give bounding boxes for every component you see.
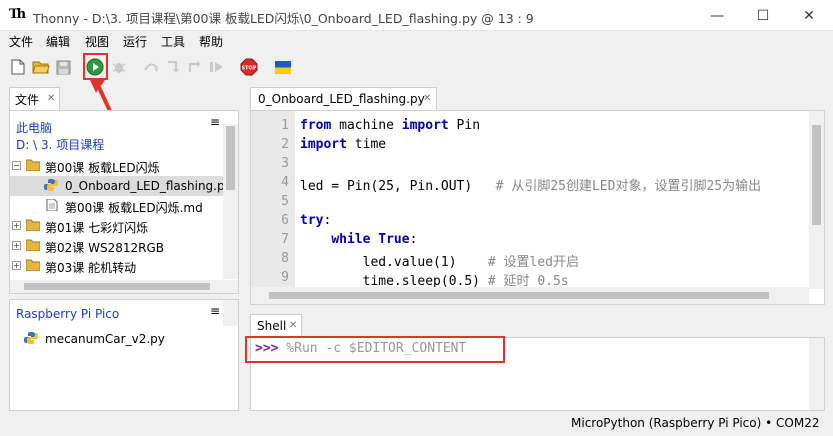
this-computer-link[interactable]: 此电脑: [16, 119, 52, 136]
stop-icon[interactable]: STOP: [240, 58, 258, 76]
menu-file[interactable]: 文件: [9, 33, 33, 50]
menu-edit[interactable]: 编辑: [46, 33, 70, 50]
save-icon[interactable]: [54, 58, 72, 76]
device-file-label: mecanumCar_v2.py: [45, 332, 165, 346]
editor-horizontal-scrollbar[interactable]: [251, 287, 809, 304]
new-file-icon[interactable]: [9, 58, 27, 76]
tab-shell-close-icon[interactable]: ✕: [289, 320, 297, 331]
folder-icon: [26, 239, 40, 251]
files-menu-icon[interactable]: ≡: [210, 115, 220, 129]
tree-item-label: 第02课 WS2812RGB: [45, 241, 164, 255]
files-vertical-scrollbar[interactable]: [223, 124, 238, 279]
tree-folder-lesson00[interactable]: − 第00课 板载LED闪烁: [10, 156, 224, 176]
line-number: 7: [281, 232, 289, 247]
tree-item-label: 第01课 七彩灯闪烁: [45, 221, 149, 235]
window-title: Thonny - D:\3. 项目课程\第00课 板载LED闪烁\0_Onboa…: [33, 11, 534, 26]
open-file-icon[interactable]: [32, 58, 50, 76]
python-file-icon: [44, 179, 58, 191]
status-bar: MicroPython (Raspberry Pi Pico) • COM22: [0, 412, 833, 436]
expand-icon[interactable]: +: [12, 221, 21, 230]
editor-tab[interactable]: 0_Onboard_LED_flashing.py ✕: [250, 87, 437, 110]
files-pane: 此电脑 D: \ 3. 项目课程 ≡ − 第00课 板载LED闪烁 0_Onbo…: [9, 110, 239, 294]
shell-command-highlight: [245, 336, 505, 363]
scrollbar-thumb[interactable]: [269, 292, 769, 299]
line-number: 8: [281, 251, 289, 266]
line-number: 5: [281, 194, 289, 209]
line-number: 2: [281, 137, 289, 152]
editor-vertical-scrollbar[interactable]: [809, 111, 824, 289]
python-file-icon: [24, 332, 38, 344]
tree-item-label: 第00课 板载LED闪烁.md: [65, 201, 203, 215]
expand-icon[interactable]: +: [12, 241, 21, 250]
menu-view[interactable]: 视图: [85, 33, 109, 50]
step-over-icon[interactable]: [142, 58, 160, 76]
thonny-app-icon: Th: [9, 7, 26, 22]
code-line-1: from machine import Pin: [300, 118, 481, 133]
close-button[interactable]: ✕: [786, 0, 832, 31]
expand-icon[interactable]: +: [12, 261, 21, 270]
tree-folder-lesson02[interactable]: + 第02课 WS2812RGB: [10, 236, 224, 256]
line-number: 1: [281, 118, 289, 133]
line-number: 4: [281, 175, 289, 190]
tab-files[interactable]: 文件 ✕: [9, 87, 60, 110]
scrollbar-thumb[interactable]: [226, 126, 235, 190]
tree-item-label: 第03课 舵机转动: [45, 261, 137, 275]
tab-files-label: 文件: [15, 93, 40, 107]
ukraine-flag-icon[interactable]: [274, 58, 292, 76]
code-editor[interactable]: 1 2 3 4 5 6 7 8 9 from machine import Pi…: [250, 110, 825, 305]
line-number: 6: [281, 213, 289, 228]
collapse-icon[interactable]: −: [12, 161, 21, 170]
scrollbar-thumb[interactable]: [24, 283, 210, 290]
device-files-pane: Raspberry Pi Pico ≡ mecanumCar_v2.py: [9, 299, 239, 411]
title-bar: Th Thonny - D:\3. 项目课程\第00课 板载LED闪烁\0_On…: [0, 0, 833, 31]
interpreter-status[interactable]: MicroPython (Raspberry Pi Pico) • COM22: [571, 416, 819, 430]
menu-run[interactable]: 运行: [123, 33, 147, 50]
menu-tools[interactable]: 工具: [161, 33, 185, 50]
tree-file-md[interactable]: 第00课 板载LED闪烁.md: [10, 196, 224, 216]
minimize-button[interactable]: —: [694, 0, 740, 31]
editor-tab-label: 0_Onboard_LED_flashing.py: [258, 92, 425, 106]
folder-icon: [26, 159, 40, 171]
step-out-icon[interactable]: [186, 58, 204, 76]
tree-item-label: 第00课 板载LED闪烁: [45, 161, 160, 175]
code-line-8: led.value(1) # 设置led开启: [300, 255, 579, 270]
shell-scrollbar[interactable]: [809, 338, 824, 410]
tree-file-py[interactable]: 0_Onboard_LED_flashing.py: [10, 176, 232, 196]
tree-folder-lesson01[interactable]: + 第01课 七彩灯闪烁: [10, 216, 224, 236]
line-number-gutter: 1 2 3 4 5 6 7 8 9: [251, 111, 295, 289]
device-title-link[interactable]: Raspberry Pi Pico: [16, 307, 119, 321]
line-number: 3: [281, 156, 289, 171]
tab-files-close-icon[interactable]: ✕: [47, 93, 55, 104]
editor-tab-close-icon[interactable]: ✕: [423, 93, 431, 104]
tab-shell-label: Shell: [257, 319, 287, 333]
folder-icon: [26, 219, 40, 231]
device-menu-icon[interactable]: ≡: [210, 304, 220, 318]
code-line-6: try:: [300, 213, 332, 228]
svg-text:STOP: STOP: [242, 66, 257, 72]
menu-help[interactable]: 帮助: [199, 33, 223, 50]
debug-icon[interactable]: [110, 58, 128, 76]
menu-bar: 文件 编辑 视图 运行 工具 帮助: [0, 31, 833, 51]
tab-shell[interactable]: Shell ✕: [250, 314, 302, 337]
current-path-link[interactable]: D: \ 3. 项目课程: [16, 136, 104, 153]
device-file-row[interactable]: mecanumCar_v2.py: [10, 329, 224, 349]
code-line-7: while True:: [331, 232, 418, 247]
folder-icon: [26, 259, 40, 271]
files-horizontal-scrollbar[interactable]: [10, 280, 238, 293]
tree-item-label: 0_Onboard_LED_flashing.py: [65, 179, 232, 193]
scrollbar-thumb[interactable]: [812, 125, 821, 225]
device-scrollbar[interactable]: [223, 300, 238, 326]
maximize-button[interactable]: ☐: [740, 0, 786, 31]
text-file-icon: [46, 199, 58, 211]
tree-folder-lesson03[interactable]: + 第03课 舵机转动: [10, 256, 224, 276]
code-line-2: import time: [300, 137, 387, 152]
code-line-4: led = Pin(25, Pin.OUT) # 从引脚25创建LED对象，设置…: [300, 179, 762, 194]
resume-icon[interactable]: [208, 58, 226, 76]
step-into-icon[interactable]: [164, 58, 182, 76]
line-number: 9: [281, 270, 289, 285]
